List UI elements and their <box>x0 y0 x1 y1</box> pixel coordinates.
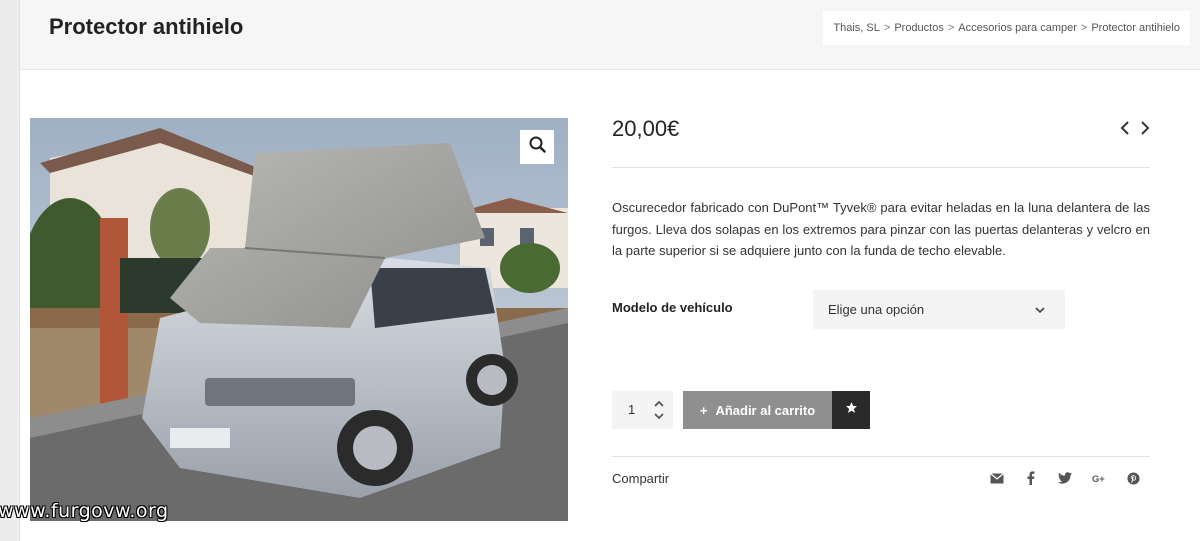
quantity-value[interactable]: 1 <box>628 402 635 417</box>
chevron-up-icon[interactable] <box>652 397 666 409</box>
title-bar: Protector antihielo Thais, SL > Producto… <box>20 0 1200 70</box>
vehicle-model-select[interactable]: Elige una opción <box>813 290 1065 329</box>
breadcrumb-separator: > <box>883 22 891 34</box>
breadcrumb-separator: > <box>1080 22 1088 34</box>
page-title: Protector antihielo <box>49 14 244 39</box>
variant-label: Modelo de vehículo <box>612 300 733 315</box>
breadcrumb-item-category[interactable]: Accesorios para camper <box>958 22 1077 34</box>
chevron-down-icon <box>1035 302 1045 317</box>
divider <box>612 167 1150 168</box>
pinterest-icon[interactable] <box>1126 470 1140 486</box>
share-label: Compartir <box>612 471 670 486</box>
plus-icon: + <box>699 402 708 418</box>
zoom-button[interactable] <box>520 130 554 164</box>
facebook-icon[interactable] <box>1024 470 1038 486</box>
twitter-icon[interactable] <box>1058 470 1072 486</box>
wishlist-button[interactable] <box>832 391 870 429</box>
add-to-cart-label: Añadir al carrito <box>715 402 816 418</box>
product-price: 20,00€ <box>612 116 680 141</box>
image-watermark: www.furgovw.org <box>0 500 169 522</box>
breadcrumb: Thais, SL > Productos > Accesorios para … <box>823 11 1190 45</box>
product-description: Oscurecedor fabricado con DuPont™ Tyvek®… <box>612 200 1150 258</box>
variant-selected-value: Elige una opción <box>828 302 925 317</box>
search-icon <box>529 136 546 158</box>
breadcrumb-item-home[interactable]: Thais, SL <box>833 22 879 34</box>
product-image[interactable] <box>30 118 568 521</box>
share-icons: G+ <box>990 470 1140 486</box>
chevron-left-icon[interactable] <box>1118 118 1132 138</box>
envelope-icon[interactable] <box>990 470 1004 486</box>
add-to-cart-button[interactable]: + Añadir al carrito <box>683 391 832 429</box>
quantity-stepper[interactable]: 1 <box>612 391 673 429</box>
breadcrumb-item-current: Protector antihielo <box>1091 22 1180 34</box>
divider <box>612 456 1150 457</box>
star-icon <box>845 401 858 419</box>
product-nav <box>1118 118 1152 138</box>
chevron-down-icon[interactable] <box>652 410 666 422</box>
product-photo-illustration <box>30 118 568 521</box>
breadcrumb-separator: > <box>947 22 955 34</box>
google-plus-icon[interactable]: G+ <box>1092 470 1106 486</box>
breadcrumb-item-productos[interactable]: Productos <box>894 22 944 34</box>
svg-text:G+: G+ <box>1092 474 1105 484</box>
chevron-right-icon[interactable] <box>1138 118 1152 138</box>
